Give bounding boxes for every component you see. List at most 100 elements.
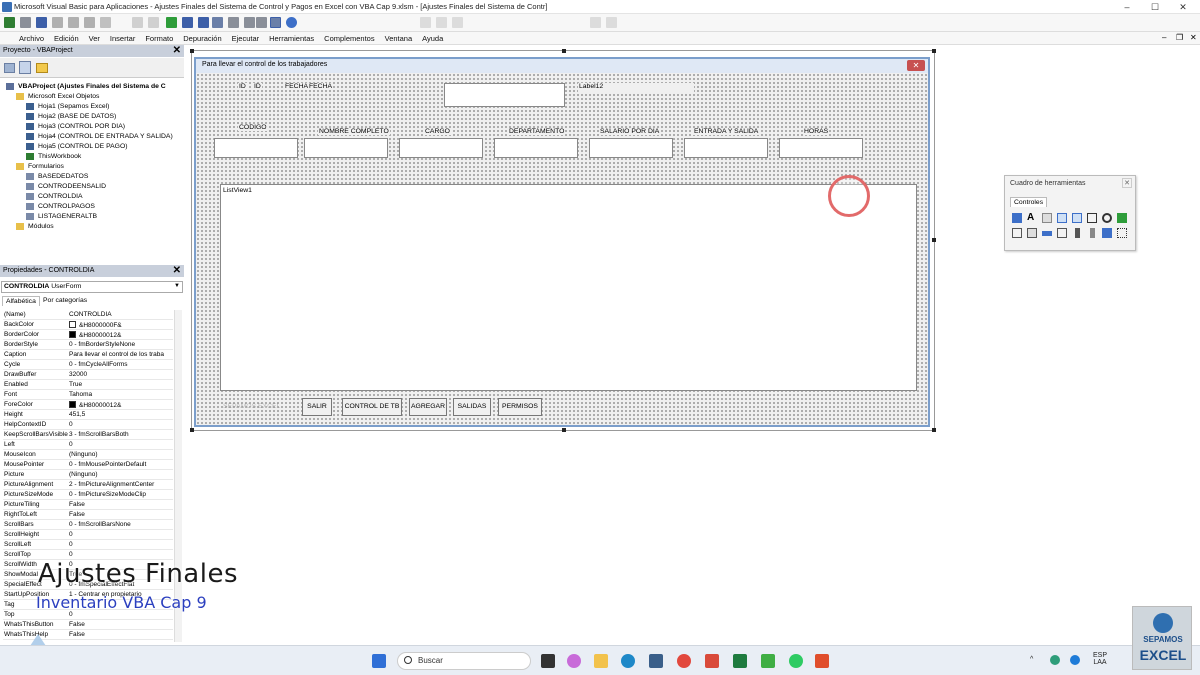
- toolbox-close-button[interactable]: ✕: [1122, 178, 1132, 188]
- property-row[interactable]: (Name) CONTROLDIA: [3, 310, 173, 320]
- property-row[interactable]: BackColor &H8000000F&: [3, 320, 173, 330]
- property-value[interactable]: False: [69, 501, 173, 508]
- userform-close-button[interactable]: ✕: [907, 60, 925, 71]
- property-value[interactable]: (Ninguno): [69, 451, 173, 458]
- properties-close-button[interactable]: ✕: [173, 265, 181, 276]
- inner-restore-button[interactable]: ❐: [1176, 33, 1183, 42]
- menu-insertar[interactable]: Insertar: [105, 34, 140, 43]
- column-label-horas[interactable]: HORAS: [803, 128, 830, 135]
- refedit-tool-icon[interactable]: [1117, 228, 1127, 238]
- spinbutton-tool-icon[interactable]: [1090, 228, 1095, 238]
- cut-icon[interactable]: [52, 17, 63, 28]
- salir-button[interactable]: SALIR: [302, 398, 332, 416]
- copy-icon[interactable]: [68, 17, 79, 28]
- maximize-button[interactable]: ☐: [1142, 0, 1168, 14]
- resize-handle[interactable]: [932, 238, 936, 242]
- camtasia-icon[interactable]: [761, 654, 775, 668]
- design-mode-icon[interactable]: [212, 17, 223, 28]
- property-value[interactable]: Tahoma: [69, 391, 173, 398]
- tabstrip-tool-icon[interactable]: [1042, 231, 1052, 236]
- property-value[interactable]: CONTROLDIA: [69, 311, 173, 318]
- property-value[interactable]: 3 - fmScrollBarsBoth: [69, 431, 173, 438]
- project-tree-item[interactable]: VBAProject (Ajustes Finales del Sistema …: [6, 81, 166, 91]
- view-code-icon[interactable]: [4, 63, 15, 73]
- project-tree-item[interactable]: Módulos: [16, 221, 54, 231]
- property-row[interactable]: Enabled True: [3, 380, 173, 390]
- resize-handle[interactable]: [932, 49, 936, 53]
- tab-controles[interactable]: Controles: [1010, 197, 1048, 207]
- project-tree-item[interactable]: Hoja2 (BASE DE DATOS): [26, 111, 116, 121]
- property-value[interactable]: False: [69, 621, 173, 628]
- undo-icon[interactable]: [132, 17, 143, 28]
- project-tree-item[interactable]: CONTROLPAGOS: [26, 201, 95, 211]
- property-row[interactable]: MouseIcon (Ninguno): [3, 450, 173, 460]
- property-value[interactable]: 0 - fmMousePointerDefault: [69, 461, 173, 468]
- property-row[interactable]: Picture (Ninguno): [3, 470, 173, 480]
- toolbox-window[interactable]: Cuadro de herramientas ✕ Controles A: [1004, 175, 1136, 251]
- project-tree-item[interactable]: Hoja5 (CONTROL DE PAGO): [26, 141, 128, 151]
- checkbox-tool-icon[interactable]: [1087, 213, 1097, 223]
- property-row[interactable]: ForeColor &H80000012&: [3, 400, 173, 410]
- column-label-codigo[interactable]: CODIGO: [238, 124, 268, 131]
- menu-herramientas[interactable]: Herramientas: [264, 34, 319, 43]
- resize-handle[interactable]: [562, 428, 566, 432]
- align-icon[interactable]: [420, 17, 431, 28]
- property-row[interactable]: MousePointer 0 - fmMousePointerDefault: [3, 460, 173, 470]
- property-value[interactable]: 0: [69, 541, 173, 548]
- tab-alfabetica[interactable]: Alfabética: [2, 296, 40, 306]
- togglebutton-tool-icon[interactable]: [1117, 213, 1127, 223]
- property-value[interactable]: (Ninguno): [69, 471, 173, 478]
- project-close-button[interactable]: ✕: [173, 45, 181, 56]
- language-indicator[interactable]: ESP LAA: [1088, 652, 1112, 666]
- resize-handle[interactable]: [190, 428, 194, 432]
- help-icon[interactable]: [286, 17, 297, 28]
- menu-ver[interactable]: Ver: [84, 34, 105, 43]
- toggle-folders-icon[interactable]: [36, 63, 48, 73]
- project-tree-item[interactable]: LISTAGENERALTB: [26, 211, 97, 221]
- property-value[interactable]: 0: [69, 531, 173, 538]
- break-icon[interactable]: [182, 17, 193, 28]
- column-label-salario[interactable]: SALARIO POR DIA: [599, 128, 661, 135]
- object-browser-icon[interactable]: [256, 17, 267, 28]
- project-tree-item[interactable]: Formularios: [16, 161, 64, 171]
- search-textbox[interactable]: [444, 83, 565, 107]
- project-tree-item[interactable]: ThisWorkbook: [26, 151, 81, 161]
- menu-ayuda[interactable]: Ayuda: [417, 34, 448, 43]
- menu-depuracion[interactable]: Depuración: [178, 34, 226, 43]
- salario-textbox[interactable]: [589, 138, 673, 158]
- property-row[interactable]: BorderColor &H80000012&: [3, 330, 173, 340]
- listview1[interactable]: ListView1: [220, 184, 917, 391]
- userform-body[interactable]: ID ID FECHA FECHA Label12 CODIGO NOMBRE …: [196, 73, 928, 425]
- tab-por-categorias[interactable]: Por categorías: [40, 296, 90, 305]
- property-value[interactable]: 2 - fmPictureAlignmentCenter: [69, 481, 173, 488]
- salidas-button[interactable]: SALIDAS: [453, 398, 491, 416]
- property-row[interactable]: PictureTiling False: [3, 500, 173, 510]
- departamento-textbox[interactable]: [494, 138, 578, 158]
- property-value[interactable]: True: [69, 381, 173, 388]
- label-tool-icon[interactable]: A: [1027, 213, 1037, 223]
- app-icon[interactable]: [815, 654, 829, 668]
- properties-window-icon[interactable]: [244, 17, 255, 28]
- edge-icon[interactable]: [621, 654, 635, 668]
- object-selector[interactable]: CONTROLDIA UserForm ▼: [1, 281, 183, 293]
- property-row[interactable]: WhatsThisButton False: [3, 620, 173, 630]
- nombre-textbox[interactable]: [304, 138, 388, 158]
- property-row[interactable]: ScrollLeft 0: [3, 540, 173, 550]
- size-icon[interactable]: [452, 17, 463, 28]
- toolbox-icon[interactable]: [270, 17, 281, 28]
- inner-close-button[interactable]: ✕: [1190, 33, 1197, 42]
- store-icon[interactable]: [649, 654, 663, 668]
- project-tree-item[interactable]: Hoja1 (Sepamos Excel): [26, 101, 109, 111]
- save-icon[interactable]: [36, 17, 47, 28]
- property-row[interactable]: RightToLeft False: [3, 510, 173, 520]
- column-label-entrada-salida[interactable]: ENTRADA Y SALIDA: [693, 128, 760, 135]
- file-explorer-icon[interactable]: [594, 654, 608, 668]
- menu-ejecutar[interactable]: Ejecutar: [227, 34, 265, 43]
- fecha-value[interactable]: FECHA: [308, 83, 334, 90]
- taskbar-search[interactable]: Buscar: [397, 652, 531, 670]
- redo-icon[interactable]: [148, 17, 159, 28]
- fecha-label[interactable]: FECHA: [284, 83, 310, 90]
- menu-formato[interactable]: Formato: [140, 34, 178, 43]
- reset-icon[interactable]: [198, 17, 209, 28]
- horas-textbox[interactable]: [779, 138, 863, 158]
